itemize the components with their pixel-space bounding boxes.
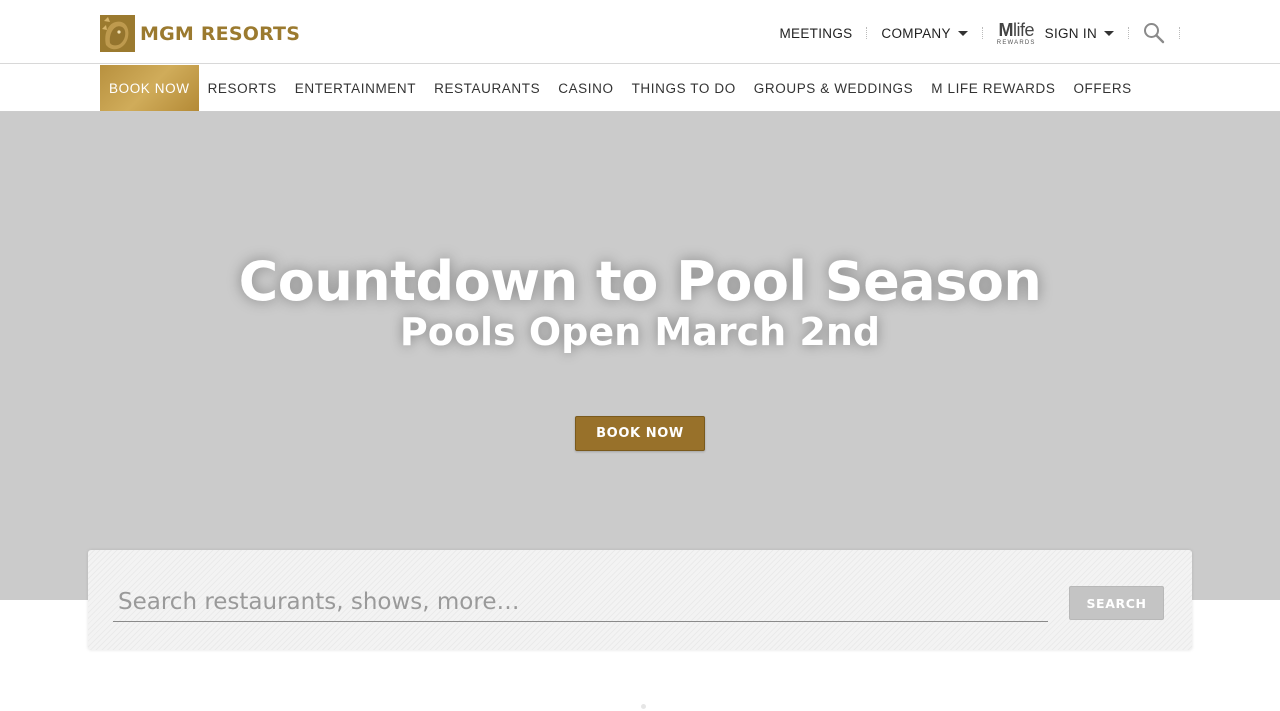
mlife-logo-subtext: REWARDS: [996, 39, 1036, 46]
nav-item-entertainment[interactable]: ENTERTAINMENT: [286, 65, 425, 111]
nav-item-resorts[interactable]: RESORTS: [199, 65, 286, 111]
divider: [1128, 27, 1129, 39]
nav-item-restaurants[interactable]: RESTAURANTS: [425, 65, 549, 111]
nav-item-offers[interactable]: OFFERS: [1064, 65, 1140, 111]
main-nav-list: BOOK NOW RESORTS ENTERTAINMENT RESTAURAN…: [100, 65, 1141, 111]
nav-item-groups-weddings[interactable]: GROUPS & WEDDINGS: [745, 65, 922, 111]
divider: [1179, 27, 1180, 39]
search-icon[interactable]: [1143, 22, 1165, 44]
search-input[interactable]: [113, 582, 1048, 622]
brand-name: MGM RESORTS: [140, 22, 301, 45]
nav-item-book-now[interactable]: BOOK NOW: [100, 65, 199, 111]
mlife-logo-text: Mlife: [998, 19, 1034, 40]
main-nav: BOOK NOW RESORTS ENTERTAINMENT RESTAURAN…: [0, 65, 1280, 112]
utility-nav: MEETINGS COMPANY Mlife REWARDS SIGN IN: [780, 18, 1180, 48]
carousel-indicator: [641, 704, 646, 709]
company-dropdown[interactable]: COMPANY: [881, 25, 968, 41]
top-header: MGM RESORTS MEETINGS COMPANY Mlife REWAR…: [0, 0, 1280, 64]
chevron-down-icon: [1104, 30, 1114, 36]
meetings-link[interactable]: MEETINGS: [780, 26, 853, 41]
mlife-rewards-logo[interactable]: Mlife REWARDS: [997, 21, 1036, 46]
hero-title: Countdown to Pool Season: [238, 250, 1042, 313]
divider: [981, 27, 983, 39]
hero-banner: Countdown to Pool Season Pools Open Marc…: [0, 112, 1280, 600]
search-panel: SEARCH: [88, 550, 1192, 650]
nav-item-things-to-do[interactable]: THINGS TO DO: [623, 65, 745, 111]
chevron-down-icon: [957, 30, 968, 36]
hero-subtitle: Pools Open March 2nd: [399, 310, 881, 354]
sign-in-label: SIGN IN: [1044, 25, 1097, 41]
nav-item-casino[interactable]: CASINO: [549, 65, 622, 111]
sign-in-dropdown[interactable]: SIGN IN: [1045, 26, 1114, 41]
company-label: COMPANY: [881, 25, 951, 41]
lion-logo-icon: [100, 15, 135, 52]
hero-book-now-button[interactable]: BOOK NOW: [575, 416, 705, 451]
search-button[interactable]: SEARCH: [1069, 586, 1164, 620]
divider: [866, 27, 868, 39]
mgm-resorts-logo[interactable]: MGM RESORTS: [100, 15, 300, 52]
nav-item-m-life-rewards[interactable]: M LIFE REWARDS: [922, 65, 1064, 111]
